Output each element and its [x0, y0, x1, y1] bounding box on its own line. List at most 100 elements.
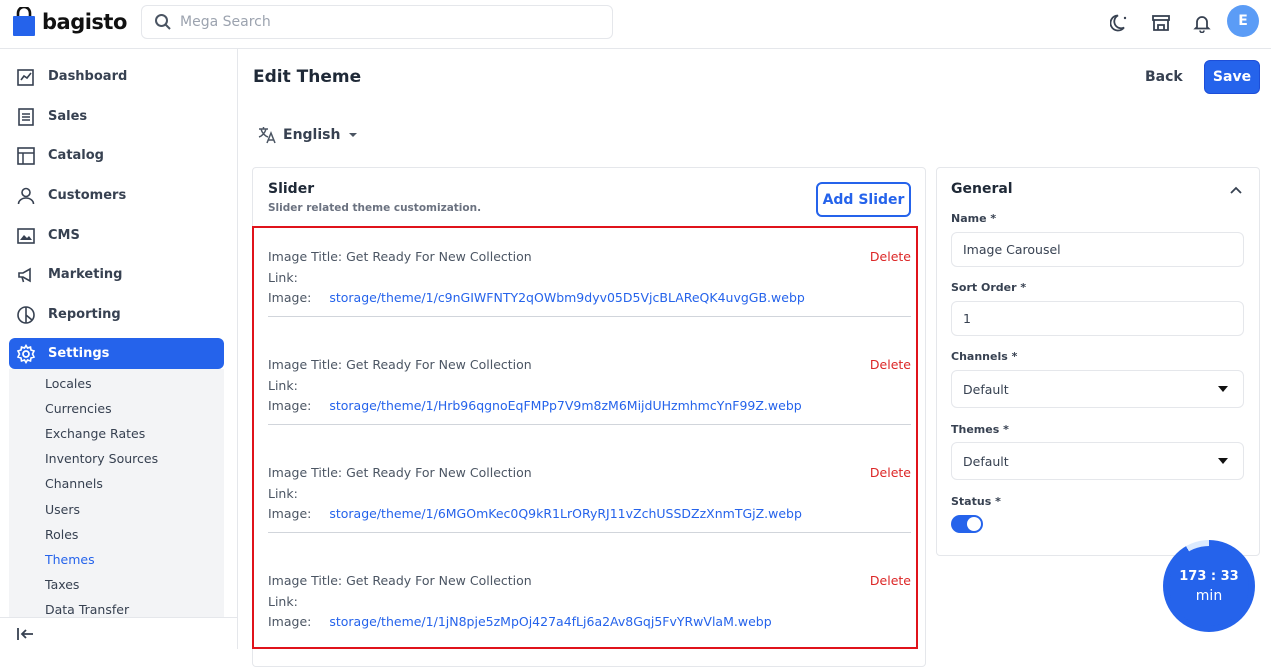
caret-down-icon [349, 133, 358, 137]
themes-select[interactable]: Default [951, 442, 1244, 480]
user-avatar[interactable]: E [1227, 5, 1259, 37]
slide-image-link[interactable]: storage/theme/1/6MGOmKec0Q9kR1LrORyRJ11v… [329, 506, 802, 521]
add-slider-button[interactable]: Add Slider [816, 182, 911, 217]
submenu-item-currencies[interactable]: Currencies [45, 401, 112, 416]
general-title: General [951, 181, 1013, 197]
search-input[interactable] [180, 14, 580, 30]
slide-title: Image Title: Get Ready For New Collectio… [268, 465, 532, 480]
submenu-item-users[interactable]: Users [45, 502, 80, 517]
name-label: Name * [951, 212, 997, 225]
slide-image-label: Image: [268, 614, 312, 629]
brand-name: bagisto [42, 10, 127, 34]
back-button[interactable]: Back [1137, 66, 1191, 88]
caret-down-icon [1218, 458, 1228, 464]
sort-order-value: 1 [963, 311, 971, 326]
slide-link-label: Link: [268, 270, 298, 285]
bagisto-logo[interactable]: bagisto [12, 7, 127, 37]
dark-mode-icon[interactable] [1109, 12, 1131, 34]
locale-switcher[interactable]: English [257, 125, 360, 145]
slide-image-link[interactable]: storage/theme/1/1jN8pje5zMpOj427a4fLj6a2… [329, 614, 771, 629]
session-timer: 173 : 33 min [1163, 540, 1255, 632]
slide-item: Image Title: Get Ready For New Collectio… [268, 573, 911, 643]
sidebar-item-reporting[interactable]: Reporting [9, 299, 224, 330]
sidebar-item-label: Settings [48, 346, 110, 361]
search-icon [155, 14, 171, 30]
sidebar-item-label: Catalog [48, 148, 104, 163]
marketing-icon [18, 267, 31, 282]
slide-image-label: Image: [268, 290, 312, 305]
sort-order-input[interactable]: 1 [951, 301, 1244, 336]
sidebar-item-label: Sales [48, 109, 88, 124]
submenu-item-channels[interactable]: Channels [45, 476, 103, 491]
slide-title: Image Title: Get Ready For New Collectio… [268, 357, 532, 372]
delete-slide-button[interactable]: Delete [870, 357, 911, 372]
store-icon[interactable] [1150, 12, 1172, 34]
slide-image-link[interactable]: storage/theme/1/Hrb96qgnoEqFMPp7V9m8zM6M… [329, 398, 801, 413]
status-label: Status * [951, 495, 1001, 508]
slide-item: Image Title: Get Ready For New Collectio… [268, 249, 911, 357]
collapse-left-icon [17, 627, 33, 640]
sales-icon [18, 107, 34, 126]
settings-submenu [9, 369, 224, 617]
sidebar-item-customers[interactable]: Customers [9, 180, 224, 211]
slide-title: Image Title: Get Ready For New Collectio… [268, 249, 532, 264]
sidebar-item-label: Dashboard [48, 69, 128, 84]
top-header: bagisto E [0, 0, 1271, 49]
slider-subtitle: Slider related theme customization. [268, 202, 482, 214]
shopping-bag-icon [13, 7, 35, 36]
name-value: Image Carousel [963, 242, 1061, 257]
page-title: Edit Theme [253, 67, 362, 87]
sidebar-item-label: Marketing [48, 267, 123, 282]
themes-value: Default [963, 453, 1009, 469]
slide-divider [268, 424, 911, 425]
save-button[interactable]: Save [1204, 60, 1260, 94]
customers-icon [17, 187, 35, 204]
mega-search[interactable] [141, 5, 613, 39]
themes-label: Themes * [951, 423, 1009, 436]
sidebar-item-label: Customers [48, 188, 127, 203]
channels-select[interactable]: Default [951, 370, 1244, 408]
delete-slide-button[interactable]: Delete [870, 573, 911, 588]
timer-time: 173 : 33 [1179, 568, 1239, 584]
submenu-item-themes[interactable]: Themes [45, 552, 95, 567]
slide-item: Image Title: Get Ready For New Collectio… [268, 357, 911, 465]
submenu-item-locales[interactable]: Locales [45, 376, 92, 391]
slide-title: Image Title: Get Ready For New Collectio… [268, 573, 532, 588]
settings-icon [16, 343, 36, 364]
sidebar-item-label: CMS [48, 228, 80, 243]
sidebar-item-catalog[interactable]: Catalog [9, 140, 224, 171]
delete-slide-button[interactable]: Delete [870, 249, 911, 264]
toggle-knob [967, 517, 981, 531]
sort-order-label: Sort Order * [951, 281, 1027, 294]
submenu-item-inventory-sources[interactable]: Inventory Sources [45, 451, 158, 466]
submenu-item-exchange-rates[interactable]: Exchange Rates [45, 426, 145, 441]
slide-link-label: Link: [268, 486, 298, 501]
channels-value: Default [963, 381, 1009, 397]
dashboard-icon [17, 68, 34, 86]
slide-item: Image Title: Get Ready For New Collectio… [268, 465, 911, 573]
timer-unit: min [1195, 587, 1223, 604]
chevron-up-icon[interactable] [1229, 184, 1243, 196]
sidebar-item-cms[interactable]: CMS [9, 220, 224, 251]
sidebar-item-dashboard[interactable]: Dashboard [9, 61, 224, 92]
sidebar-item-sales[interactable]: Sales [9, 101, 224, 132]
delete-slide-button[interactable]: Delete [870, 465, 911, 480]
submenu-item-taxes[interactable]: Taxes [45, 577, 79, 592]
channels-label: Channels * [951, 350, 1018, 363]
slide-image-label: Image: [268, 398, 312, 413]
sidebar-item-settings[interactable]: Settings [9, 338, 224, 369]
submenu-item-roles[interactable]: Roles [45, 527, 78, 542]
slide-image-link[interactable]: storage/theme/1/c9nGIWFNTY2qOWbm9dyv05D5… [329, 290, 804, 305]
name-input[interactable]: Image Carousel [951, 232, 1244, 267]
notification-bell-icon[interactable] [1191, 12, 1213, 34]
catalog-icon [17, 146, 35, 165]
collapse-sidebar-button[interactable] [0, 617, 238, 649]
slide-link-label: Link: [268, 378, 298, 393]
translate-icon [258, 127, 276, 144]
caret-down-icon [1218, 386, 1228, 392]
sidebar-item-marketing[interactable]: Marketing [9, 259, 224, 290]
status-toggle[interactable] [951, 515, 983, 533]
submenu-item-data-transfer[interactable]: Data Transfer [45, 602, 129, 617]
locale-label: English [283, 127, 341, 143]
sidebar-item-label: Reporting [48, 307, 121, 322]
